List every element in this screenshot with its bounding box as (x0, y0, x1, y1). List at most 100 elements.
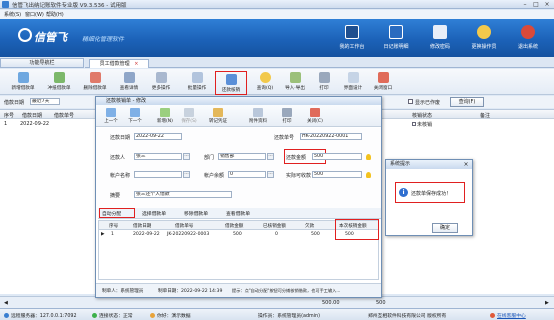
printer-icon (318, 72, 330, 83)
import-export-button[interactable]: 导入·导出 (281, 72, 309, 94)
close-tab-button[interactable]: 关闭窗口 (369, 72, 397, 94)
dialog-print-button[interactable]: 打印 (276, 108, 298, 126)
repay-date-field[interactable]: 2022-09-22 (134, 133, 182, 140)
delete-loan-button[interactable]: 删除借款单 (78, 72, 112, 94)
switch-operator-button[interactable]: 更换操作员 (462, 23, 506, 55)
total-amount: 500.00 (322, 300, 340, 306)
menu-system[interactable]: 系统(S) (4, 11, 21, 18)
acct-balance-picker[interactable]: … (267, 171, 274, 178)
search-icon (259, 72, 271, 83)
account-picker-button[interactable]: … (183, 171, 190, 178)
maker: 制单人：系统管理员 (102, 289, 144, 294)
loan-detail-grid: 序号 借款日期 借款单号 借款金额 已核销金额 欠款 本次核销金额 ▶ 1 20… (98, 219, 379, 280)
slogan: 精细化管理软件 (82, 36, 125, 43)
system-message-box: 系统提示 × i 还款单保存成功！ 确定 (385, 159, 473, 236)
detail-icon (123, 72, 135, 83)
attachment-button[interactable]: 附件资料 (244, 108, 272, 126)
col-remark: 备注 (480, 112, 491, 119)
maximize-button[interactable]: □ (531, 1, 541, 8)
scroll-left-icon[interactable]: ◀ (4, 300, 8, 306)
arrow-down-icon (130, 108, 140, 117)
dept-picker-button[interactable]: … (267, 153, 274, 160)
header-banner: 信管飞 精细化管理软件 我的工作台 日记账明细 修改密码 更换操作员 退出系统 (0, 19, 554, 57)
account-label: 帐户名称 (110, 173, 131, 179)
repayer-picker-button[interactable]: … (183, 153, 190, 160)
new-button[interactable]: 新增(N) (154, 108, 176, 126)
message-close-icon[interactable]: × (462, 161, 470, 168)
key-icon (433, 25, 447, 39)
to-voucher-button[interactable]: 转记凭证 (204, 108, 232, 126)
ok-button[interactable]: 确定 (432, 223, 458, 233)
scroll-right-icon[interactable]: ▶ (545, 300, 549, 306)
tab-close-icon[interactable]: × (134, 61, 138, 67)
select-loan-button[interactable]: 选择借款单 (142, 210, 166, 217)
remove-loan-button[interactable]: 移除借款单 (184, 210, 208, 217)
status-checkbox[interactable] (412, 122, 416, 126)
dialog-toolbar: 上一个 下一个 新增(N) 保存(S) 转记凭证 附件资料 打印 关闭(C) (96, 105, 381, 127)
repay-date-label: 还款日期 (110, 135, 131, 141)
workbench-button[interactable]: 我的工作台 (330, 23, 374, 55)
writeoff-icon (225, 74, 237, 85)
date-filter-select[interactable]: 最近7天 (30, 98, 60, 105)
delete-icon (89, 72, 101, 83)
change-password-button[interactable]: 修改密码 (418, 23, 462, 55)
printer-icon (282, 108, 292, 117)
server-icon (4, 313, 9, 318)
connect-status: 连接状态：正常 (92, 312, 133, 319)
batch-ops-button[interactable]: 批量操作 (182, 72, 212, 94)
row-date: 2022-09-22 (20, 120, 50, 127)
bulb-icon (366, 154, 371, 160)
minimize-button[interactable]: – (520, 1, 530, 8)
print-button[interactable]: 打印 (311, 72, 337, 94)
repayment-form: 还款日期 2022-09-22 还款单号 HK-20220922-0001 还款… (96, 128, 381, 218)
menu-help[interactable]: 帮助(H) (46, 11, 64, 18)
search-button[interactable]: 查询(F) (450, 97, 484, 107)
summary-field[interactable]: 张三还个人借款 (134, 191, 232, 198)
view-loan-button[interactable]: 查看借款单 (226, 210, 250, 217)
dcol-written: 已核销金额 (263, 223, 286, 229)
repayer-field[interactable]: 张三 (134, 153, 182, 160)
save-button[interactable]: 保存(S) (178, 108, 200, 126)
close-icon (310, 108, 320, 117)
tab-employee-loan[interactable]: 员工借款管理 × (89, 59, 149, 68)
next-button[interactable]: 下一个 (124, 108, 146, 126)
show-voided-checkbox[interactable] (408, 99, 413, 104)
more-icon (155, 72, 167, 83)
ledger-icon (389, 25, 403, 39)
row-pointer-icon: ▶ (101, 231, 105, 237)
design-icon (347, 72, 359, 83)
user-status: 你好：演示数据 (150, 312, 191, 319)
menu-window[interactable]: 窗口(W) (25, 11, 44, 18)
server-status: 远程服务器：127.0.0.1:7092 (4, 312, 77, 319)
logo-icon (18, 28, 32, 42)
doc-no-field[interactable]: HK-20220922-0001 (300, 133, 362, 140)
drow-written: 0 (275, 231, 278, 237)
more-ops-button[interactable]: 更多操作 (146, 72, 176, 94)
offset-loan-button[interactable]: 冲抵借款单 (42, 72, 76, 94)
new-loan-button[interactable]: 新增借款单 (6, 72, 40, 94)
dept-field[interactable]: 销售部 (218, 153, 266, 160)
online-service-link[interactable]: 在线客服中心 (490, 312, 526, 319)
operator-status: 操作员：系统管理员(admin) (258, 314, 320, 319)
actual-field[interactable]: 500 (312, 171, 362, 178)
exit-system-button[interactable]: 退出系统 (506, 23, 550, 55)
amount-field[interactable]: 500 (312, 153, 362, 160)
close-window-button[interactable]: × (542, 1, 552, 8)
view-detail-button[interactable]: 查看详情 (114, 72, 144, 94)
dcol-owed: 欠款 (305, 223, 315, 229)
repay-writeoff-button[interactable]: 还款核销 (215, 71, 247, 95)
dcol-doc: 借款单号 (175, 223, 194, 229)
query-button[interactable]: 查询(Q) (251, 72, 279, 94)
drow-date: 2022-09-22 (133, 231, 160, 237)
ui-design-button[interactable]: 界面设计 (339, 72, 367, 94)
dialog-close-button[interactable]: 关闭(C) (304, 108, 326, 126)
prev-button[interactable]: 上一个 (100, 108, 122, 126)
amount-label: 还款金额 (286, 155, 307, 161)
col-status: 核销状态 (412, 112, 433, 119)
journal-detail-button[interactable]: 日记账明细 (374, 23, 418, 55)
doc-no-label: 还款单号 (274, 135, 295, 141)
message-text: 还款单保存成功！ (411, 191, 452, 197)
account-field[interactable] (134, 171, 182, 178)
summary-label: 摘要 (110, 193, 121, 199)
tab-label: 员工借款管理 (99, 61, 130, 67)
